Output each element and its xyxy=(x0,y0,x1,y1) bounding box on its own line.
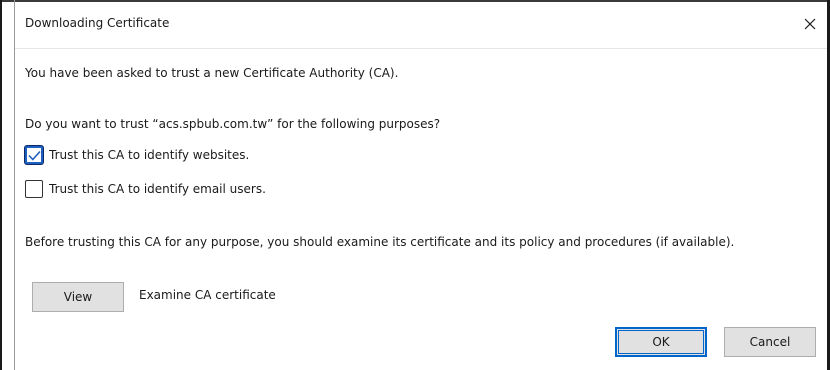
window-border-left xyxy=(0,0,2,370)
dialog-title: Downloading Certificate xyxy=(25,16,170,30)
view-button-label: View xyxy=(63,290,93,304)
cancel-button-label: Cancel xyxy=(749,335,791,349)
intro-text: You have been asked to trust a new Certi… xyxy=(25,66,399,80)
focus-ring xyxy=(618,330,704,354)
ok-button[interactable]: OK xyxy=(615,327,707,357)
close-button[interactable] xyxy=(797,11,823,37)
view-description: Examine CA certificate xyxy=(139,288,276,302)
question-text: Do you want to trust “acs.spbub.com.tw” … xyxy=(25,117,441,131)
option-email[interactable]: Trust this CA to identify email users. xyxy=(25,178,266,200)
certificate-dialog: Downloading Certificate You have been as… xyxy=(0,0,830,370)
cancel-button[interactable]: Cancel xyxy=(724,327,816,357)
email-label: Trust this CA to identify email users. xyxy=(49,182,266,196)
advice-text: Before trusting this CA for any purpose,… xyxy=(25,235,735,249)
window-divider xyxy=(14,0,15,370)
close-icon xyxy=(804,18,816,30)
websites-checkbox[interactable] xyxy=(25,146,43,164)
email-checkbox[interactable] xyxy=(25,180,43,198)
option-websites[interactable]: Trust this CA to identify websites. xyxy=(25,144,249,166)
websites-label: Trust this CA to identify websites. xyxy=(49,148,250,162)
checkmark-icon xyxy=(27,150,41,161)
title-bar: Downloading Certificate xyxy=(15,2,827,49)
view-button[interactable]: View xyxy=(32,282,124,312)
